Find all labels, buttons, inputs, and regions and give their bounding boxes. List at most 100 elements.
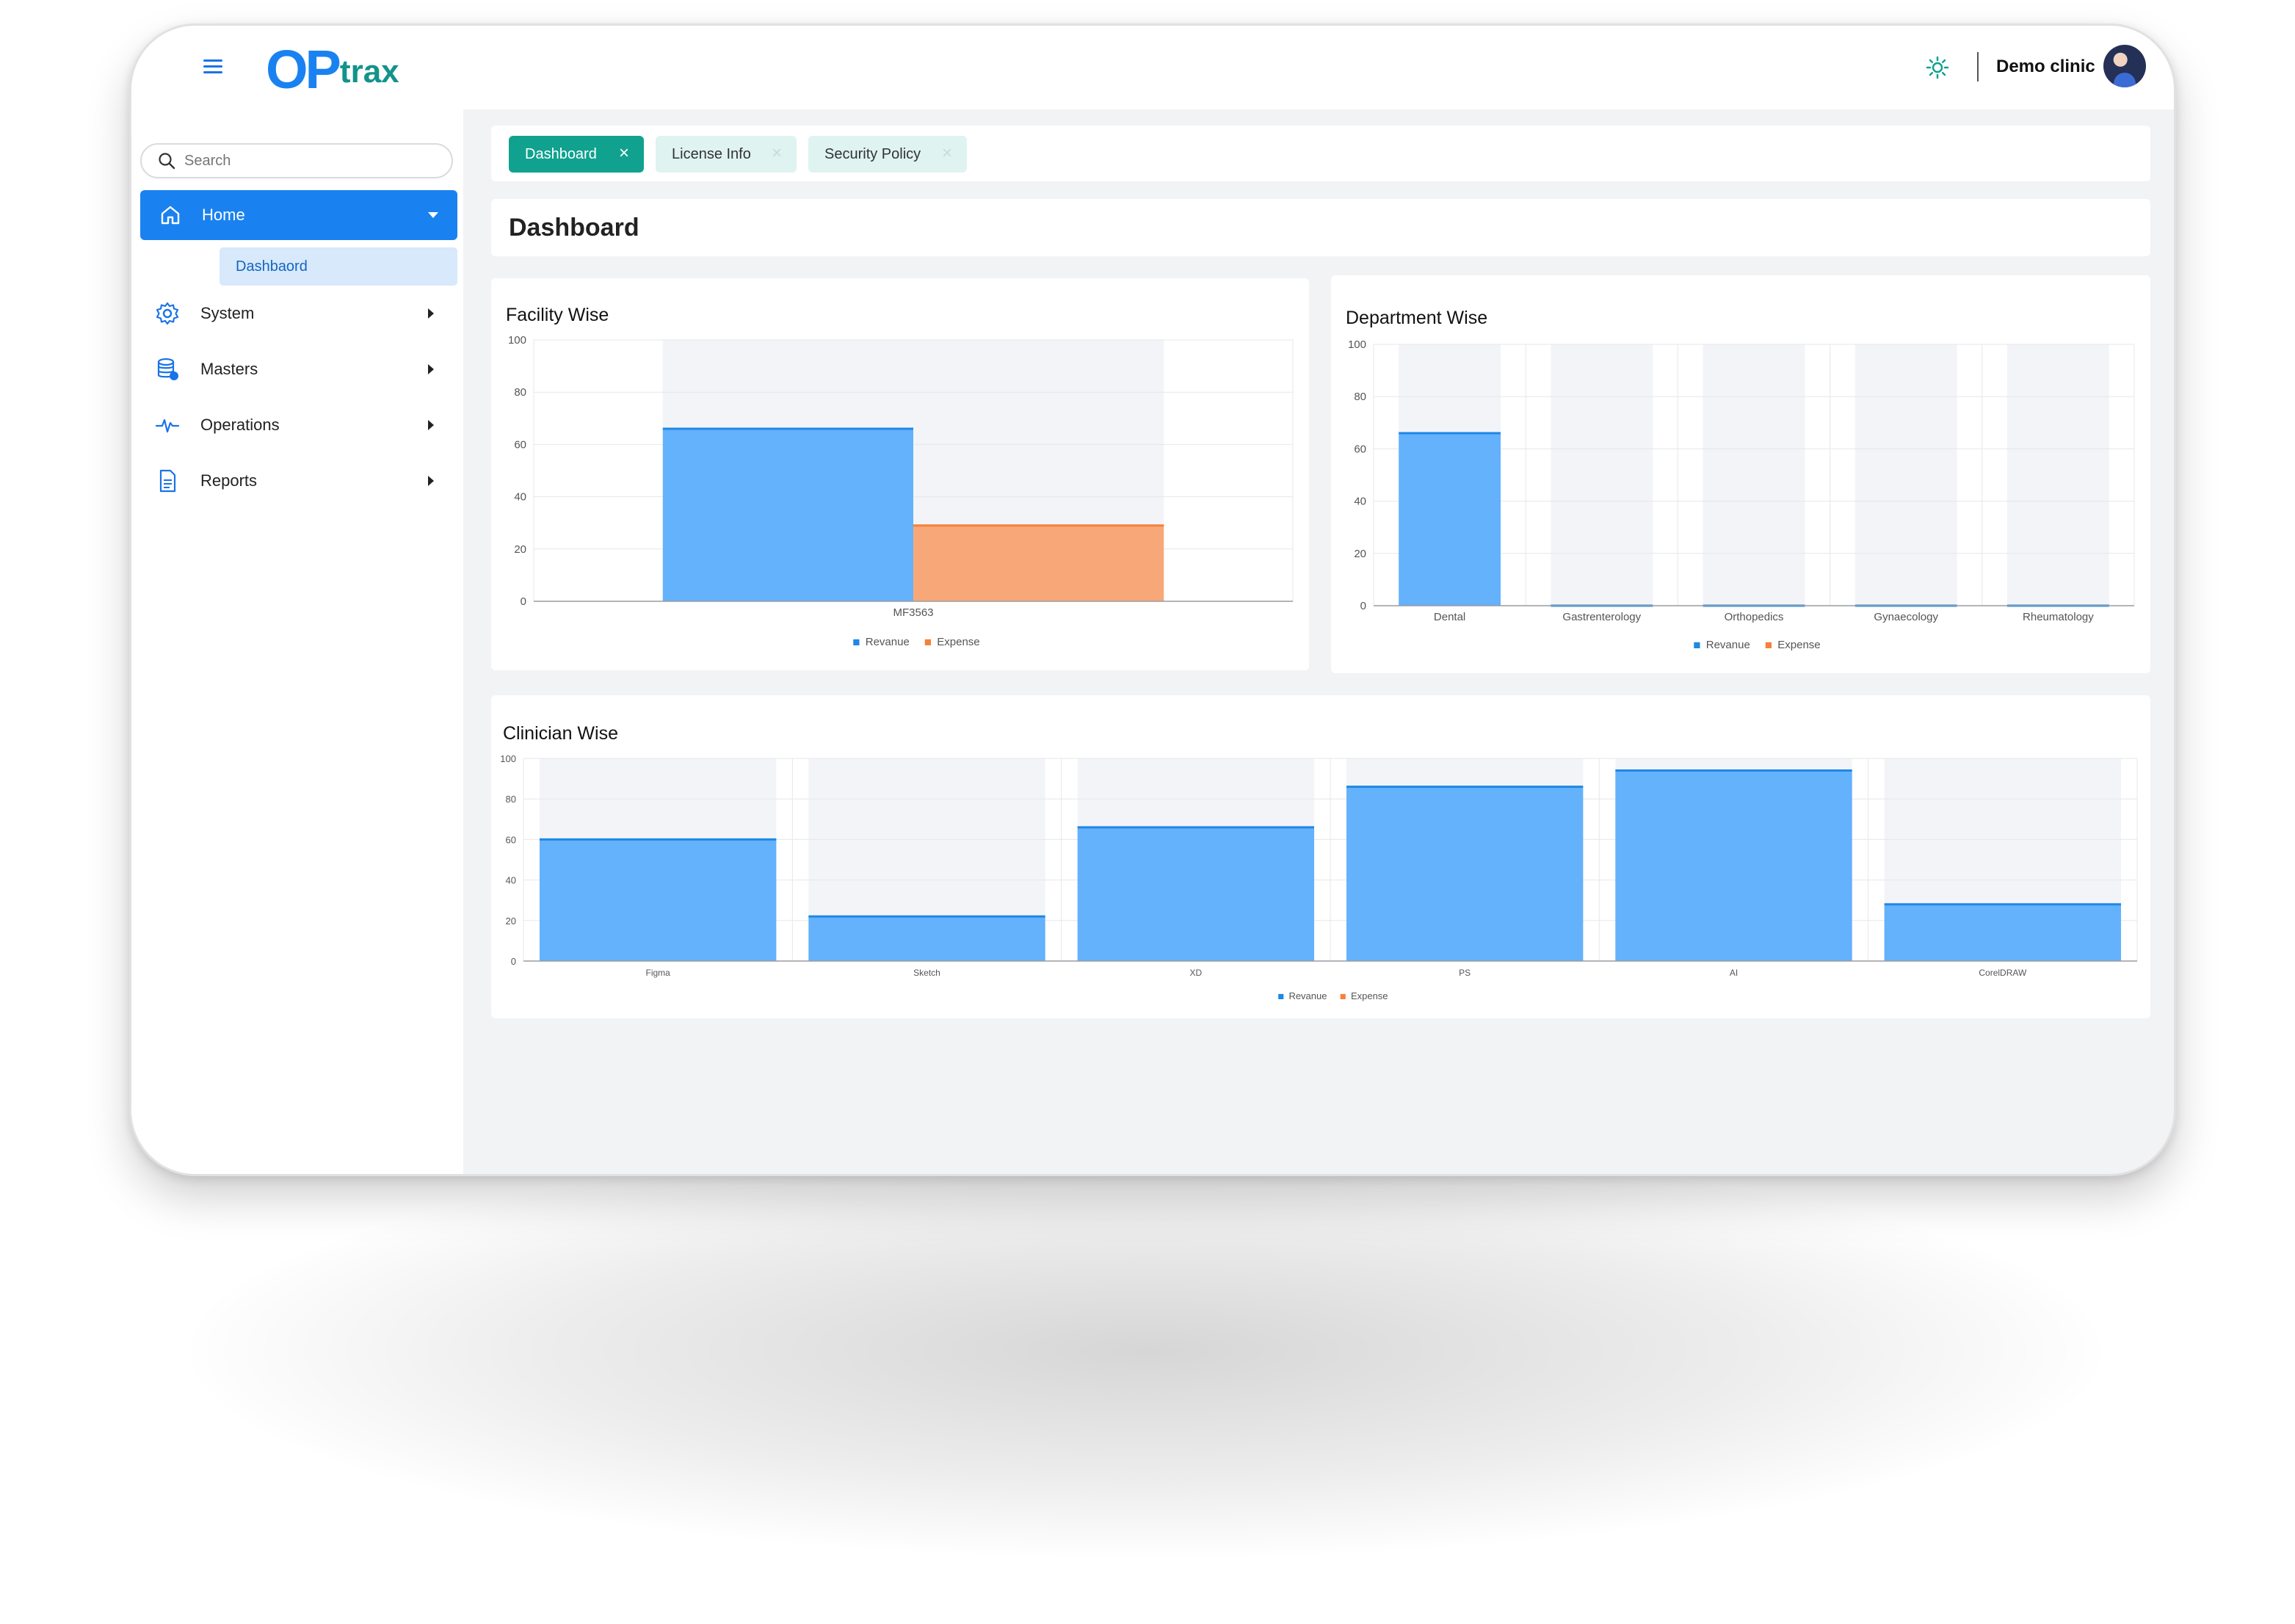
- home-icon: [161, 206, 180, 225]
- department-chart-title: Department Wise: [1346, 308, 1488, 328]
- bar-revanue[interactable]: [1615, 770, 1852, 961]
- bar-revanue[interactable]: [662, 429, 913, 601]
- y-tick-label: 20: [514, 543, 526, 556]
- x-tick-label: CorelDRAW: [1979, 968, 2027, 978]
- sidebar-item-label: Masters: [200, 360, 258, 378]
- sidebar-item-system[interactable]: System: [140, 291, 457, 336]
- legend-swatch: [1765, 642, 1772, 648]
- y-tick-label: 60: [506, 834, 516, 845]
- legend-label[interactable]: Expense: [937, 636, 979, 648]
- sidebar-item-label: Operations: [200, 416, 280, 434]
- search-input[interactable]: [183, 151, 435, 170]
- y-tick-label: 40: [1354, 496, 1366, 508]
- chevron-right-icon: [428, 420, 434, 430]
- tab-label: Security Policy: [824, 145, 921, 162]
- y-tick-label: 20: [1354, 548, 1366, 560]
- tab-label: Dashboard: [525, 145, 597, 162]
- top-bar: OP trax Demo clinic: [131, 26, 2174, 109]
- bar-revanue[interactable]: [1346, 786, 1584, 961]
- sidebar-item-label: System: [200, 304, 255, 322]
- gear-icon: [156, 302, 179, 325]
- tab-label: License Info: [672, 145, 751, 162]
- sidebar-item-reports[interactable]: Reports: [140, 459, 457, 503]
- bar-revanue[interactable]: [808, 916, 1045, 961]
- search-icon: [159, 153, 175, 170]
- x-tick-label: Gastrenterology: [1562, 611, 1641, 623]
- sidebar-item-label: Home: [202, 206, 245, 224]
- tab-dashboard[interactable]: Dashboard ×: [509, 136, 644, 173]
- sidebar: Home Dashbaord System Masters: [131, 109, 463, 1174]
- department-chart-card: Department Wise 0 20 40 60 80 100 Dental Gastre…: [1331, 275, 2150, 673]
- facility-chart-title: Facility Wise: [506, 305, 609, 325]
- category-band: [2006, 344, 2109, 606]
- x-tick-label: XD: [1189, 968, 1202, 978]
- hamburger-menu-icon[interactable]: [203, 59, 222, 76]
- close-icon[interactable]: ×: [619, 143, 629, 164]
- legend-label[interactable]: Revanue: [866, 636, 910, 648]
- document-icon: [159, 469, 176, 493]
- y-tick-label: 0: [511, 956, 516, 967]
- facility-chart: 0 20 40 60 80 100 MF3563 Revanue Expense: [508, 334, 1294, 648]
- legend-label[interactable]: Expense: [1351, 990, 1388, 1001]
- legend-label[interactable]: Revanue: [1706, 639, 1750, 651]
- bar-revanue[interactable]: [1884, 904, 2122, 961]
- legend: Revanue Expense: [1278, 990, 1388, 1001]
- clinician-chart: 0 20 40 60 80 100 Figma Sketch XD PS AI CorelDRAW Re…: [500, 753, 2138, 1001]
- bar-revanue[interactable]: [1077, 827, 1315, 961]
- search-box[interactable]: [140, 143, 453, 178]
- y-tick-label: 40: [514, 491, 526, 504]
- y-tick-label: 0: [521, 595, 526, 608]
- y-tick-label: 100: [508, 334, 526, 347]
- y-tick-label: 0: [1360, 600, 1366, 612]
- chevron-right-icon: [428, 476, 434, 486]
- sidebar-subitem-label: Dashbaord: [236, 258, 308, 275]
- x-tick-label: Gynaecology: [1874, 611, 1938, 623]
- sidebar-item-operations[interactable]: Operations: [140, 403, 457, 447]
- legend-swatch: [1694, 642, 1700, 648]
- legend-swatch: [1278, 993, 1284, 999]
- chevron-right-icon: [428, 308, 434, 319]
- clinician-chart-title: Clinician Wise: [503, 723, 618, 744]
- logo-op: OP: [266, 39, 341, 100]
- y-tick-label: 60: [514, 438, 526, 451]
- x-tick-label: Orthopedics: [1725, 611, 1784, 623]
- x-tick-label: MF3563: [893, 606, 933, 619]
- category-band: [1551, 344, 1653, 606]
- x-tick-label: AI: [1730, 968, 1738, 978]
- tab-license-info[interactable]: License Info ×: [656, 136, 797, 173]
- y-tick-label: 60: [1354, 443, 1366, 455]
- y-tick-label: 100: [1348, 338, 1366, 351]
- y-tick-label: 80: [506, 794, 516, 805]
- x-tick-label: PS: [1459, 968, 1471, 978]
- y-tick-label: 100: [500, 753, 516, 764]
- legend: Revanue Expense: [1694, 639, 1821, 651]
- avatar[interactable]: [2103, 45, 2146, 87]
- logo[interactable]: OP trax: [266, 40, 399, 99]
- legend-swatch: [1340, 993, 1346, 999]
- close-icon[interactable]: ×: [772, 143, 782, 164]
- y-tick-label: 20: [506, 916, 516, 927]
- tab-bar: Dashboard × License Info × Security Poli…: [491, 126, 2150, 181]
- x-tick-label: Rheumatology: [2023, 611, 2094, 623]
- x-tick-label: Dental: [1434, 611, 1465, 623]
- chevron-down-icon: [428, 212, 438, 218]
- sidebar-item-masters[interactable]: Masters: [140, 347, 457, 391]
- category-shading: [1399, 344, 2109, 606]
- close-icon[interactable]: ×: [942, 143, 952, 164]
- category-band: [1703, 344, 1805, 606]
- bar-revanue[interactable]: [539, 839, 777, 961]
- logo-trax: trax: [339, 54, 399, 90]
- theme-toggle-icon[interactable]: [1926, 56, 1949, 79]
- legend-label[interactable]: Revanue: [1288, 990, 1327, 1001]
- x-tick-label: Sketch: [913, 968, 940, 978]
- tab-security-policy[interactable]: Security Policy ×: [808, 136, 967, 173]
- legend-label[interactable]: Expense: [1777, 639, 1820, 651]
- pulse-icon: [155, 418, 180, 433]
- page-title: Dashboard: [509, 214, 639, 242]
- bar-expense[interactable]: [913, 525, 1164, 601]
- y-tick-label: 80: [1354, 391, 1366, 403]
- bar-revanue[interactable]: [1399, 433, 1501, 606]
- sidebar-item-home[interactable]: Home: [140, 190, 457, 240]
- clinic-name[interactable]: Demo clinic: [1996, 57, 2095, 77]
- sidebar-subitem-dashboard[interactable]: Dashbaord: [220, 247, 457, 286]
